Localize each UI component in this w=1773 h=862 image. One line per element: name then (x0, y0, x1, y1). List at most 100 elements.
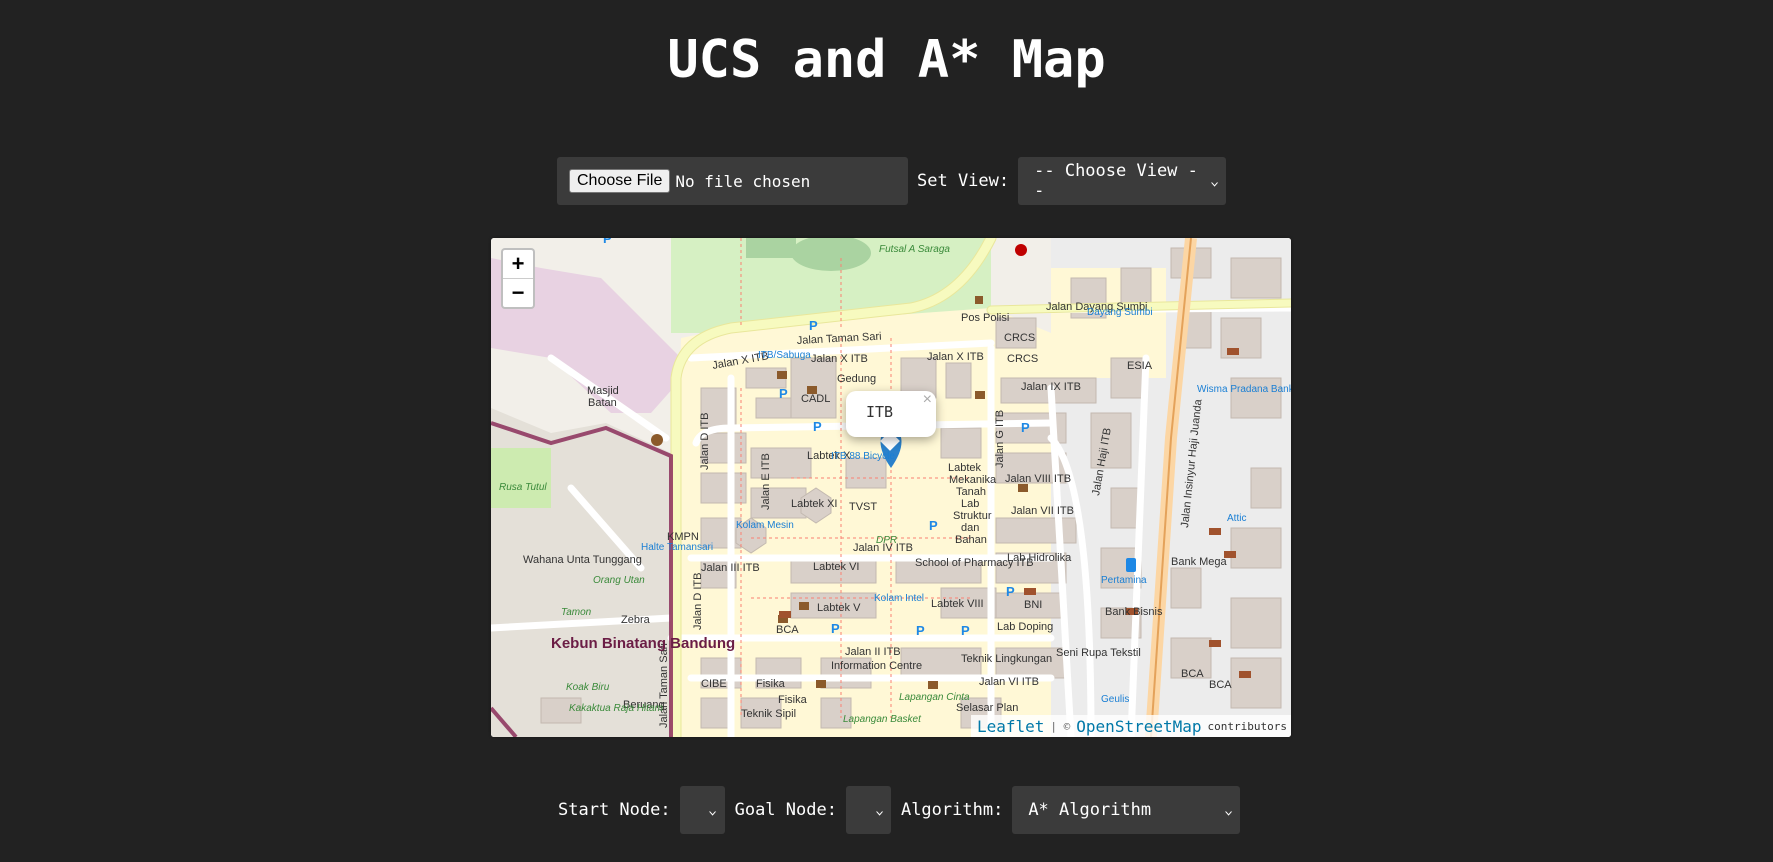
map-label-kolam-intel: Kolam Intel (874, 593, 924, 604)
map-label-itb88: ITB 88 Bicycle (831, 451, 895, 462)
map-label-jalan-e-itb: Jalan E ITB (760, 453, 772, 510)
map-label-wahana: Wahana Unta Tunggang (523, 554, 642, 566)
map-label-lapangan-basket: Lapangan Basket (843, 714, 922, 725)
svg-text:P: P (603, 238, 612, 246)
bottom-controls: Start Node: ⌄ Goal Node: ⌄ Algorithm: A*… (558, 785, 1241, 834)
map-label-jalan-d-itb: Jalan D ITB (699, 413, 711, 470)
map-label-lab: Lab (961, 498, 979, 510)
svg-text:P: P (1021, 420, 1030, 435)
svg-text:P: P (929, 518, 938, 533)
map-label-bca3: BCA (1209, 679, 1232, 691)
map-label-cibe: CIBE (701, 678, 727, 690)
chevron-down-icon: ⌄ (1223, 802, 1234, 817)
map-label-dpr: DPR (876, 535, 897, 546)
map-label-bca1: BCA (776, 624, 799, 636)
view-select-value: -- Choose View -- (1034, 161, 1198, 201)
map-label-lapangan-cinta: Lapangan Cinta (899, 692, 970, 703)
map-label-tamon: Tamon (561, 607, 592, 618)
page-title: UCS and A* Map (667, 30, 1106, 90)
map-label-rusa-tutul: Rusa Tutul (499, 482, 547, 493)
map-label-tvst: TVST (849, 501, 877, 513)
top-controls: Choose File No file chosen Set View: -- … (557, 157, 1227, 205)
map-label-info-centre: Information Centre (831, 660, 922, 672)
map-label-itb-sabuga: ITB/Sabuga (758, 350, 811, 361)
map-label-jalan-ii-itb: Jalan II ITB (845, 646, 901, 658)
set-view-label: Set View: (917, 171, 1010, 191)
map-label-attic: Attic (1227, 513, 1246, 524)
svg-text:P: P (809, 318, 818, 333)
map-label-kebun: Kebun Binatang Bandung (551, 635, 735, 652)
map[interactable]: P P P P P P P P P P Jalan Taman Sari Jalan Da… (491, 238, 1291, 737)
chevron-down-icon: ⌄ (874, 802, 885, 817)
map-label-kakaktua: Kakaktua Raja Hitam (569, 703, 663, 714)
svg-text:P: P (961, 623, 970, 638)
map-label-koak-biru: Koak Biru (566, 682, 610, 693)
map-label-jalan-taman-sari: Jalan Taman Sari (658, 643, 670, 728)
map-label-seni-rupa: Seni Rupa Tekstil (1056, 647, 1141, 659)
attribution-separator: | © (1050, 719, 1071, 733)
map-label-tanah: Tanah (956, 486, 986, 498)
start-node-select[interactable]: ⌄ (679, 785, 725, 834)
leaflet-link[interactable]: Leaflet (977, 717, 1044, 736)
popup-text: ITB (866, 403, 894, 421)
map-label-bni: BNI (1024, 599, 1042, 611)
map-label-mekanika: Mekanika (949, 474, 997, 486)
view-select[interactable]: -- Choose View -- ⌄ (1018, 157, 1227, 205)
map-label-futsal: Futsal A Saraga (879, 244, 950, 255)
map-label-kolam-mesin: Kolam Mesin (736, 520, 794, 531)
algorithm-label: Algorithm: (900, 799, 1004, 820)
map-label-teknik-lingkungan: Teknik Lingkungan (961, 653, 1052, 665)
chevron-down-icon: ⌄ (708, 802, 718, 817)
map-label-pos-polisi: Pos Polisi (961, 312, 1009, 324)
map-label-jalan-viii-itb: Jalan VIII ITB (1005, 473, 1071, 485)
zoom-out-icon[interactable]: − (503, 279, 533, 307)
map-label-bahan: Bahan (955, 534, 987, 546)
map-label-jalan-iii-itb: Jalan III ITB (701, 562, 760, 574)
map-label-jalan-vi-itb: Jalan VI ITB (979, 676, 1039, 688)
map-label-labtek-v: Labtek V (817, 602, 861, 614)
map-label-selasar: Selasar Plan (956, 702, 1018, 714)
goal-node-select[interactable]: ⌄ (845, 785, 891, 834)
zoom-in-icon[interactable]: + (503, 250, 533, 279)
map-label-gedung: Gedung (837, 373, 876, 385)
map-label-labtek: Labtek (948, 462, 982, 474)
map-label-bca2: BCA (1181, 668, 1204, 680)
map-attribution: Leaflet | © OpenStreetMap contributors (970, 715, 1291, 737)
map-label-bank-bisnis: Bank Bisnis (1105, 606, 1163, 618)
map-label-cadl: CADL (801, 393, 830, 405)
map-label-pertamina: Pertamina (1101, 575, 1147, 586)
file-input[interactable]: Choose File No file chosen (557, 157, 908, 205)
map-label-masjid: Masjid (587, 385, 619, 397)
openstreetmap-link[interactable]: OpenStreetMap (1076, 717, 1201, 736)
map-label-fisika2: Fisika (778, 694, 808, 706)
contributors-text: contributors (1207, 719, 1287, 733)
choose-file-button[interactable]: Choose File (569, 169, 671, 193)
map-label-halte: Halte Tamansari (641, 542, 713, 553)
map-label-teknik-sipil: Teknik Sipil (741, 708, 796, 720)
algorithm-value: A* Algorithm (1028, 799, 1152, 820)
map-label-jalan-x-itb: Jalan X ITB (927, 351, 984, 363)
svg-text:P: P (831, 621, 840, 636)
start-node-label: Start Node: (558, 799, 671, 820)
marker-popup: ITB × (846, 391, 936, 437)
map-label-crcs1: CRCS (1004, 332, 1035, 344)
svg-text:P: P (779, 386, 788, 401)
map-label-wisma: Wisma Pradana Bank BTN (1197, 384, 1291, 395)
map-label-orang-utan: Orang Utan (593, 575, 645, 586)
map-label-struktur: Struktur (953, 510, 992, 522)
svg-text:P: P (1006, 584, 1015, 599)
map-label-jalan-g-itb: Jalan G ITB (994, 410, 1006, 468)
map-label-jalan-d-itb: Jalan D ITB (692, 573, 704, 630)
zoom-control: + − (501, 248, 535, 309)
svg-text:P: P (916, 623, 925, 638)
map-label-geulis: Geulis (1101, 694, 1129, 705)
map-label-fisika1: Fisika (756, 678, 786, 690)
map-label-lab-doping: Lab Doping (997, 621, 1053, 633)
map-label-labtek-xi: Labtek XI (791, 498, 837, 510)
close-icon[interactable]: × (923, 391, 932, 409)
algorithm-select[interactable]: A* Algorithm ⌄ (1012, 785, 1241, 834)
svg-text:P: P (813, 419, 822, 434)
map-label-crcs2: CRCS (1007, 353, 1038, 365)
map-label-dan: dan (961, 522, 979, 534)
chevron-down-icon: ⌄ (1209, 174, 1220, 188)
